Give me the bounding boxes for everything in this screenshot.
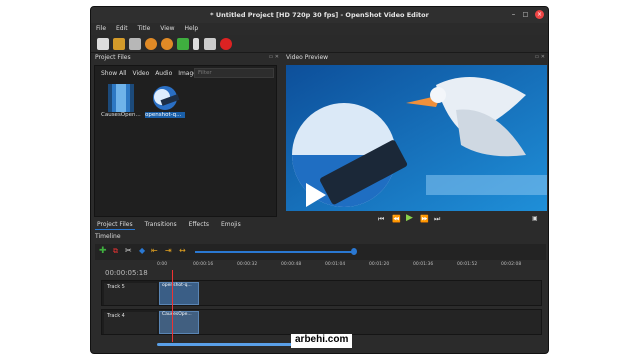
watermark: arbehi.com — [291, 334, 353, 348]
menu-help[interactable]: Help — [179, 23, 201, 32]
save-project-icon[interactable] — [129, 38, 141, 50]
jump-end-icon[interactable]: ⏭ — [434, 215, 440, 224]
ruler-tick: 00:00:48 — [281, 262, 302, 267]
filter-video[interactable]: Video — [132, 70, 149, 77]
play-icon[interactable] — [193, 38, 199, 50]
maximize-icon[interactable]: □ — [521, 10, 530, 19]
file-thumbnail-icon — [108, 84, 134, 112]
preview-controls-icon[interactable]: ▭ ✕ — [534, 54, 545, 60]
project-files-title: Project Files — [95, 54, 131, 61]
window-title: * Untitled Project [HD 720p 30 fps] - Op… — [210, 11, 429, 19]
add-marker-icon[interactable]: ◆ — [139, 246, 145, 255]
timeline-current-time: 00:00:05:18 — [105, 269, 148, 277]
file-label: CausesOpen... — [101, 112, 141, 118]
openshot-logo-icon — [153, 86, 180, 110]
preview-frame — [286, 65, 547, 211]
menu-title[interactable]: Title — [133, 23, 154, 32]
title-bar: * Untitled Project [HD 720p 30 fps] - Op… — [91, 7, 548, 23]
file-label: openshot-q... — [145, 112, 185, 118]
rewind-icon[interactable]: ⏪ — [392, 215, 401, 223]
tab-effects[interactable]: Effects — [187, 220, 211, 229]
redo-icon[interactable] — [161, 38, 173, 50]
timeline-title: Timeline — [95, 233, 121, 240]
file-item-selected[interactable]: openshot-q... — [145, 84, 185, 120]
export-video-icon[interactable] — [220, 38, 232, 50]
clip-label: openshot-q... — [162, 283, 192, 288]
main-toolbar — [91, 35, 548, 53]
video-preview[interactable] — [286, 65, 547, 211]
center-timeline-icon[interactable]: ↔ — [179, 246, 186, 255]
razor-icon[interactable]: ✂ — [125, 246, 132, 255]
track-body[interactable] — [159, 281, 541, 305]
timeline-scrollbar[interactable] — [157, 343, 297, 346]
filter-input[interactable]: Filter — [194, 68, 274, 78]
file-item[interactable]: CausesOpen... — [101, 84, 141, 120]
timeline-ruler[interactable]: 0:00 00:00:16 00:00:32 00:00:48 00:01:04… — [157, 262, 543, 280]
track-row[interactable]: Track 5 openshot-q... — [101, 280, 542, 306]
zoom-slider-handle[interactable] — [351, 248, 357, 255]
track-name: Track 4 — [104, 312, 157, 334]
tab-transitions[interactable]: Transitions — [143, 220, 179, 229]
ruler-tick: 0:00 — [157, 262, 168, 267]
play-button-icon[interactable]: ▶ — [406, 213, 413, 223]
tab-emojis[interactable]: Emojis — [219, 220, 243, 229]
track-name: Track 5 — [104, 283, 157, 305]
next-marker-icon[interactable]: ⇥ — [165, 246, 172, 255]
video-preview-header: Video Preview ▭ ✕ — [286, 54, 547, 64]
filter-show-all[interactable]: Show All — [101, 70, 127, 77]
ruler-tick: 00:02:08 — [501, 262, 522, 267]
preview-size-icon[interactable]: ▣ — [532, 215, 538, 222]
ruler-tick: 00:01:36 — [413, 262, 434, 267]
playhead[interactable] — [172, 270, 173, 342]
ruler-tick: 00:00:16 — [193, 262, 214, 267]
project-files-panel: Show All Video Audio Image Filter Causes… — [94, 65, 277, 217]
import-files-icon[interactable] — [177, 38, 189, 50]
jump-start-icon[interactable]: ⏮ — [378, 215, 384, 224]
fullscreen-icon[interactable] — [204, 38, 216, 50]
previous-marker-icon[interactable]: ⇤ — [151, 246, 158, 255]
timeline-toolbar: ✚ ⧉ ✂ ◆ ⇤ ⇥ ↔ — [95, 244, 546, 260]
menu-file[interactable]: File — [91, 23, 109, 32]
zoom-slider[interactable] — [195, 251, 355, 253]
ruler-tick: 00:01:52 — [457, 262, 478, 267]
tab-project-files[interactable]: Project Files — [95, 220, 135, 230]
timeline-clip[interactable]: openshot-q... — [159, 282, 199, 305]
project-files-header: Project Files ▭ ✕ — [95, 54, 281, 64]
pane-controls-icon[interactable]: ▭ ✕ — [268, 54, 279, 60]
undo-icon[interactable] — [145, 38, 157, 50]
minimize-icon[interactable]: – — [509, 10, 518, 19]
bottom-tabs: Project Files Transitions Effects Emojis — [95, 220, 249, 230]
add-track-icon[interactable]: ✚ — [99, 246, 107, 256]
playback-controls: ⏮ ⏪ ▶ ⏩ ⏭ ▣ — [286, 213, 547, 227]
ruler-tick: 00:01:04 — [325, 262, 346, 267]
menu-bar: File Edit Title View Help — [91, 23, 548, 35]
track-row[interactable]: Track 4 CausesOpe... — [101, 309, 542, 335]
track-body[interactable] — [159, 310, 541, 334]
ruler-tick: 00:00:32 — [237, 262, 258, 267]
fast-forward-icon[interactable]: ⏩ — [420, 215, 429, 223]
new-project-icon[interactable] — [97, 38, 109, 50]
timeline-clip[interactable]: CausesOpe... — [159, 311, 199, 334]
ruler-tick: 00:01:20 — [369, 262, 390, 267]
filter-audio[interactable]: Audio — [155, 70, 172, 77]
snap-icon[interactable]: ⧉ — [113, 247, 118, 256]
menu-view[interactable]: View — [155, 23, 177, 32]
app-window: * Untitled Project [HD 720p 30 fps] - Op… — [90, 6, 549, 354]
clip-label: CausesOpe... — [162, 312, 192, 317]
file-filter-tabs: Show All Video Audio Image — [101, 70, 201, 77]
video-preview-title: Video Preview — [286, 54, 329, 61]
open-project-icon[interactable] — [113, 38, 125, 50]
menu-edit[interactable]: Edit — [111, 23, 131, 32]
close-icon[interactable]: × — [535, 10, 544, 19]
